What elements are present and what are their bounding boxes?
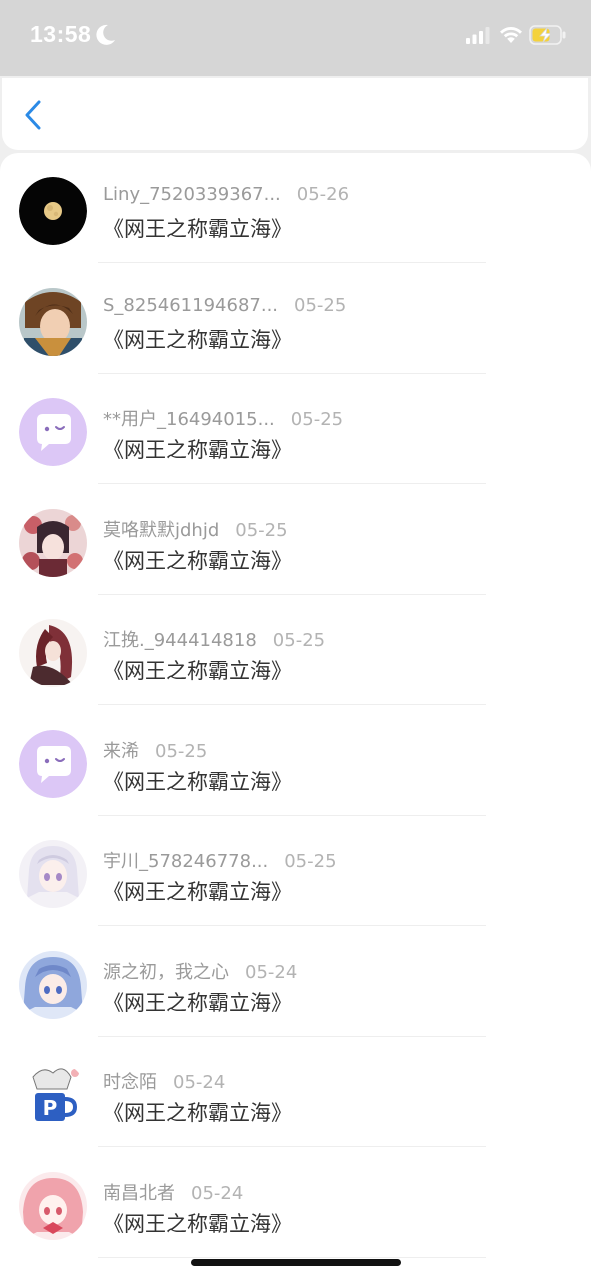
- item-message: 《网王之称霸立海》: [103, 548, 292, 573]
- user-name: 时念陌 05-24: [103, 1068, 225, 1094]
- item-message: 《网王之称霸立海》: [103, 1101, 292, 1125]
- avatar[interactable]: [19, 1171, 87, 1240]
- user-name: Liny_7520339367... 05-26: [103, 184, 349, 205]
- divider: [98, 1256, 486, 1258]
- user-name-text: 南昌北者: [103, 1182, 175, 1204]
- user-name-text: 源之初，我之心: [103, 961, 229, 983]
- avatar[interactable]: [19, 840, 87, 908]
- battery-charging-icon: [529, 25, 566, 45]
- message-list: Liny_7520339367... 05-26 《网王之称霸立海》 S_825461…: [0, 153, 591, 1280]
- default-chat-avatar: [19, 398, 87, 466]
- user-name-text: 江挽._944414818: [103, 630, 257, 651]
- user-name-text: S_825461194687...: [103, 294, 279, 316]
- default-chat-avatar: [19, 729, 87, 798]
- item-message: 《网王之称霸立海》: [103, 217, 292, 241]
- user-name: **用户_16494015... 05-25: [103, 405, 343, 431]
- list-item[interactable]: 莫咯默默jdhjd 05-25 《网王之称霸立海》: [0, 485, 591, 595]
- item-date: 05-25: [155, 740, 208, 762]
- avatar[interactable]: [19, 950, 87, 1019]
- list-item[interactable]: P 时念陌 05-24 《网王之称霸立海》: [0, 1037, 591, 1147]
- user-name: S_825461194687... 05-25: [103, 295, 346, 316]
- item-date: 05-24: [191, 1182, 244, 1204]
- user-name: 莫咯默默jdhjd 05-25: [103, 516, 288, 542]
- item-date: 05-26: [296, 184, 350, 205]
- svg-text:P: P: [43, 1096, 58, 1120]
- user-name-text: Liny_7520339367...: [103, 184, 281, 205]
- user-name-text: 时念陌: [103, 1072, 157, 1093]
- status-bar: 13:58: [0, 0, 591, 76]
- item-message: 《网王之称霸立海》: [103, 438, 292, 462]
- user-name: 南昌北者 05-24: [103, 1179, 243, 1205]
- moon-avatar: [19, 177, 87, 245]
- item-message: 《网王之称霸立海》: [103, 769, 292, 794]
- anime-boy-avatar: [19, 287, 87, 356]
- item-date: 05-25: [290, 409, 344, 430]
- avatar[interactable]: P: [19, 1061, 87, 1129]
- user-name: 源之初，我之心 05-24: [103, 958, 297, 984]
- anime-red-hair-avatar: [19, 619, 87, 687]
- item-date: 05-25: [294, 294, 347, 316]
- anime-pink-hair-avatar: [19, 1171, 87, 1240]
- user-name: 江挽._944414818 05-25: [103, 626, 325, 652]
- item-message: 《网王之称霸立海》: [103, 659, 292, 683]
- user-name: 来浠 05-25: [103, 737, 207, 763]
- item-message: 《网王之称霸立海》: [103, 327, 292, 352]
- moon-icon: [96, 24, 115, 45]
- status-time: 13:58: [30, 21, 92, 47]
- list-item[interactable]: 宇川_578246778... 05-25 《网王之称霸立海》: [0, 816, 591, 926]
- user-name-text: **用户_16494015...: [103, 409, 275, 430]
- avatar[interactable]: [19, 619, 87, 687]
- anime-white-hair-avatar: [19, 840, 87, 908]
- list-item[interactable]: 南昌北者 05-24 《网王之称霸立海》: [0, 1148, 591, 1258]
- avatar[interactable]: [19, 177, 87, 245]
- list-item[interactable]: S_825461194687... 05-25 《网王之称霸立海》: [0, 264, 591, 374]
- item-message: 《网王之称霸立海》: [103, 880, 292, 904]
- item-message: 《网王之称霸立海》: [103, 1211, 292, 1236]
- avatar[interactable]: [19, 287, 87, 356]
- mug-character-avatar: P: [19, 1061, 87, 1129]
- list-item[interactable]: **用户_16494015... 05-25 《网王之称霸立海》: [0, 374, 591, 484]
- avatar[interactable]: [19, 398, 87, 466]
- user-name: 宇川_578246778... 05-25: [103, 847, 337, 873]
- anime-flowers-avatar: [19, 508, 87, 577]
- avatar[interactable]: [19, 729, 87, 798]
- user-name-text: 来浠: [103, 740, 139, 762]
- user-name-text: 宇川_578246778...: [103, 851, 269, 872]
- nav-bar: [2, 78, 588, 150]
- item-date: 05-24: [245, 961, 298, 983]
- wifi-icon: [500, 27, 522, 43]
- item-message: 《网王之称霸立海》: [103, 990, 292, 1015]
- item-date: 05-25: [284, 851, 337, 872]
- item-date: 05-24: [173, 1072, 226, 1093]
- home-indicator: [191, 1259, 401, 1266]
- item-date: 05-25: [272, 630, 326, 651]
- back-button[interactable]: [18, 100, 48, 130]
- user-name-text: 莫咯默默jdhjd: [103, 519, 220, 541]
- avatar[interactable]: [19, 508, 87, 577]
- list-item[interactable]: 来浠 05-25 《网王之称霸立海》: [0, 706, 591, 816]
- list-item[interactable]: 源之初，我之心 05-24 《网王之称霸立海》: [0, 927, 591, 1037]
- list-item[interactable]: Liny_7520339367... 05-26 《网王之称霸立海》: [0, 153, 591, 263]
- anime-blue-hair-avatar: [19, 950, 87, 1019]
- signal-icon: [466, 27, 490, 44]
- list-item[interactable]: 江挽._944414818 05-25 《网王之称霸立海》: [0, 595, 591, 705]
- item-date: 05-25: [235, 519, 288, 541]
